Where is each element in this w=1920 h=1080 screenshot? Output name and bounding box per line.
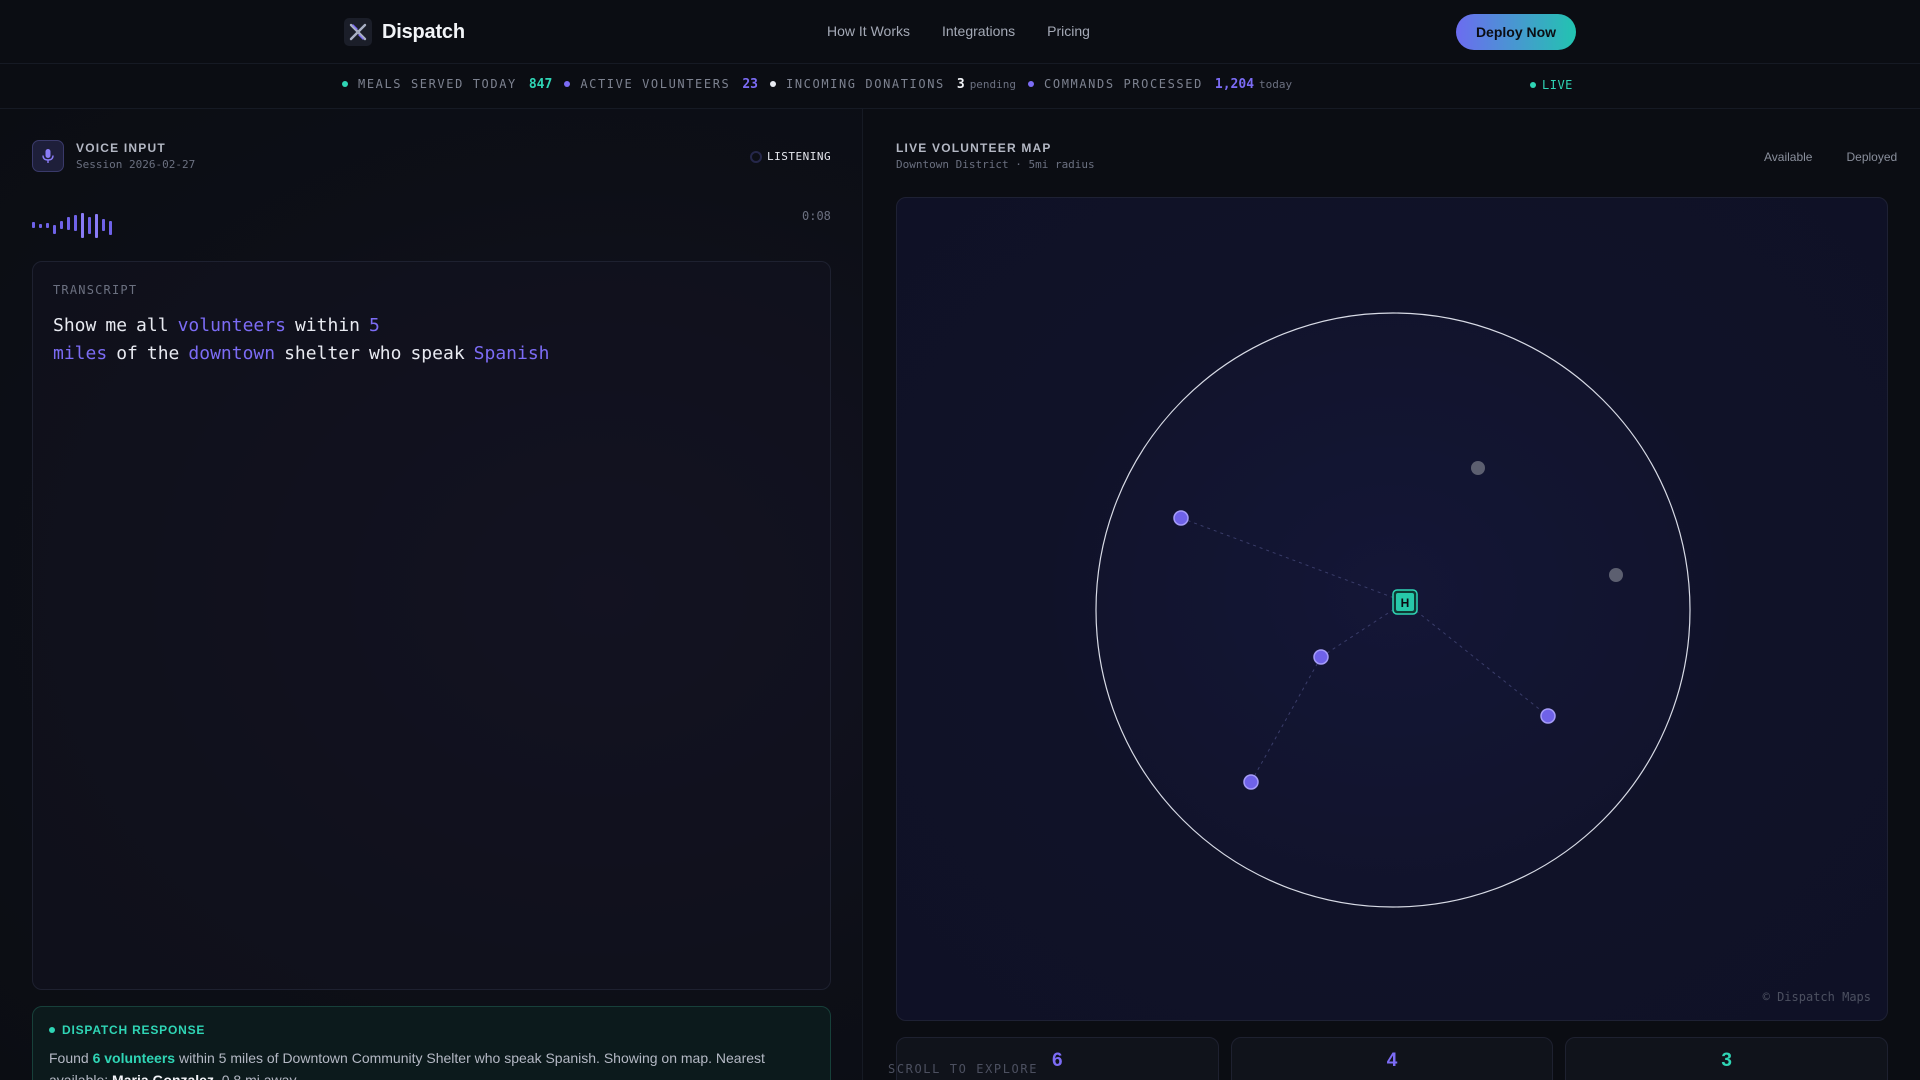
- stat-value: 847: [528, 77, 553, 92]
- response-text: Found 6 volunteers within 5 miles of Dow…: [49, 1047, 819, 1080]
- listening-status: LISTENING: [750, 150, 831, 163]
- transcript-text: Show me all volunteers within 5 miles of the dow…: [53, 312, 813, 368]
- response-prefix: Found: [49, 1050, 93, 1066]
- transcript-card: TRANSCRIPT Show me all volunteers within 5 mi…: [32, 261, 831, 990]
- summary-card[interactable]: 3: [1565, 1037, 1889, 1080]
- transcript-keyword: downtown: [188, 343, 276, 364]
- response-header: DISPATCH RESPONSE: [49, 1023, 205, 1037]
- microphone-icon[interactable]: [32, 140, 64, 172]
- top-header: Dispatch How It Works Integrations Prici…: [0, 0, 1920, 64]
- nav-integrations[interactable]: Integrations: [942, 23, 1015, 39]
- recording-timer: 0:08: [802, 209, 831, 223]
- stat-dot-icon: [1028, 81, 1035, 87]
- voice-panel: VOICE INPUT Session 2026-02-27 LISTENING…: [0, 109, 863, 1080]
- live-dot-icon: [1530, 82, 1536, 88]
- hub-label: H: [1401, 596, 1410, 610]
- response-count: 6 volunteers: [92, 1050, 176, 1066]
- deployed-dot-icon: [1826, 153, 1834, 161]
- live-indicator: LIVE: [1530, 78, 1573, 92]
- shelter-hub-icon[interactable]: H: [1392, 589, 1418, 615]
- transcript-word: me: [105, 315, 128, 336]
- map-copyright: © Dispatch Maps: [1762, 990, 1871, 1004]
- legend-available: Available: [1764, 150, 1813, 164]
- voice-title: VOICE INPUT: [76, 141, 166, 155]
- dispatch-logo-icon: [344, 18, 372, 46]
- stat-dot-icon: [564, 81, 571, 87]
- legend-deployed: Deployed: [1846, 150, 1898, 164]
- live-label: LIVE: [1542, 78, 1573, 92]
- volunteer-marker[interactable]: [1540, 708, 1556, 724]
- volunteer-marker[interactable]: [1173, 510, 1189, 526]
- transcript-word: within: [294, 315, 360, 336]
- map-canvas: H: [1095, 312, 1691, 908]
- transcript-word: Show: [53, 315, 97, 336]
- summary-cards: 643: [896, 1037, 1889, 1080]
- listening-label: LISTENING: [767, 150, 832, 163]
- scroll-hint: SCROLL TO EXPLORE: [888, 1062, 1039, 1076]
- response-suffix: , 0.8 mi away.: [213, 1072, 300, 1080]
- stat-label: ACTIVE VOLUNTEERS: [580, 77, 731, 91]
- response-title: DISPATCH RESPONSE: [62, 1023, 206, 1037]
- stat-value: 3: [956, 77, 965, 92]
- map-panel: LIVE VOLUNTEER MAP Downtown District · 5…: [864, 109, 1920, 1080]
- stat-item: ACTIVE VOLUNTEERS 23: [564, 77, 758, 92]
- nav-pricing[interactable]: Pricing: [1047, 23, 1090, 39]
- stat-value: 23: [742, 77, 759, 92]
- transcript-word: who: [368, 343, 402, 364]
- stats-bar: MEALS SERVED TODAY 847 ACTIVE VOLUNTEERS 23…: [0, 64, 1920, 109]
- waveform-icon: [32, 213, 112, 238]
- app-name: Dispatch: [382, 20, 465, 43]
- response-dot-icon: [49, 1027, 55, 1033]
- stat-label: INCOMING DONATIONS: [786, 77, 945, 91]
- stat-value: 1,204: [1214, 77, 1255, 92]
- volunteer-marker[interactable]: [1243, 774, 1259, 790]
- transcript-keyword: volunteers: [177, 315, 286, 336]
- transcript-word: the: [146, 343, 180, 364]
- voice-header: VOICE INPUT Session 2026-02-27: [32, 140, 195, 172]
- summary-card[interactable]: 4: [1230, 1037, 1554, 1080]
- stat-label: COMMANDS PROCESSED: [1044, 77, 1203, 91]
- transcript-word: shelter: [284, 343, 360, 364]
- stat-dot-icon: [770, 81, 777, 87]
- stat-sub: pending: [969, 78, 1017, 91]
- stat-label: MEALS SERVED TODAY: [358, 77, 517, 91]
- stat-item: MEALS SERVED TODAY 847: [342, 77, 552, 92]
- transcript-keyword: Spanish: [473, 343, 550, 364]
- logo[interactable]: Dispatch: [344, 18, 465, 46]
- dispatch-response-card: DISPATCH RESPONSE Found 6 volunteers wit…: [32, 1006, 831, 1080]
- map-subtitle: Downtown District · 5mi radius: [896, 158, 1095, 171]
- stat-item: COMMANDS PROCESSED 1,204 today: [1028, 77, 1292, 92]
- map-title: LIVE VOLUNTEER MAP: [896, 141, 1052, 155]
- transcript-word: all: [136, 315, 169, 336]
- nav-how-it-works[interactable]: How It Works: [827, 23, 910, 39]
- main-nav: How It Works Integrations Pricing: [827, 23, 1090, 39]
- stat-sub: today: [1259, 78, 1293, 91]
- deploy-now-button[interactable]: Deploy Now: [1456, 14, 1576, 50]
- deployed-marker[interactable]: [1609, 568, 1623, 582]
- map-legend: Available Deployed: [1764, 150, 1897, 164]
- volunteer-map[interactable]: H © Dispatch Maps: [896, 197, 1888, 1021]
- transcript-word: speak: [410, 343, 465, 364]
- stat-dot-icon: [342, 81, 348, 87]
- stats-list: MEALS SERVED TODAY 847 ACTIVE VOLUNTEERS 23…: [342, 77, 1304, 92]
- deployed-marker[interactable]: [1471, 461, 1485, 475]
- volunteer-marker[interactable]: [1313, 649, 1329, 665]
- nearest-volunteer[interactable]: Maria Gonzalez: [112, 1072, 214, 1080]
- stat-item: INCOMING DONATIONS 3 pending: [770, 77, 1016, 92]
- transcript-word: of: [116, 343, 138, 364]
- listening-ring-icon: [750, 150, 762, 163]
- session-label: Session 2026-02-27: [76, 158, 196, 171]
- transcript-label: TRANSCRIPT: [53, 283, 138, 297]
